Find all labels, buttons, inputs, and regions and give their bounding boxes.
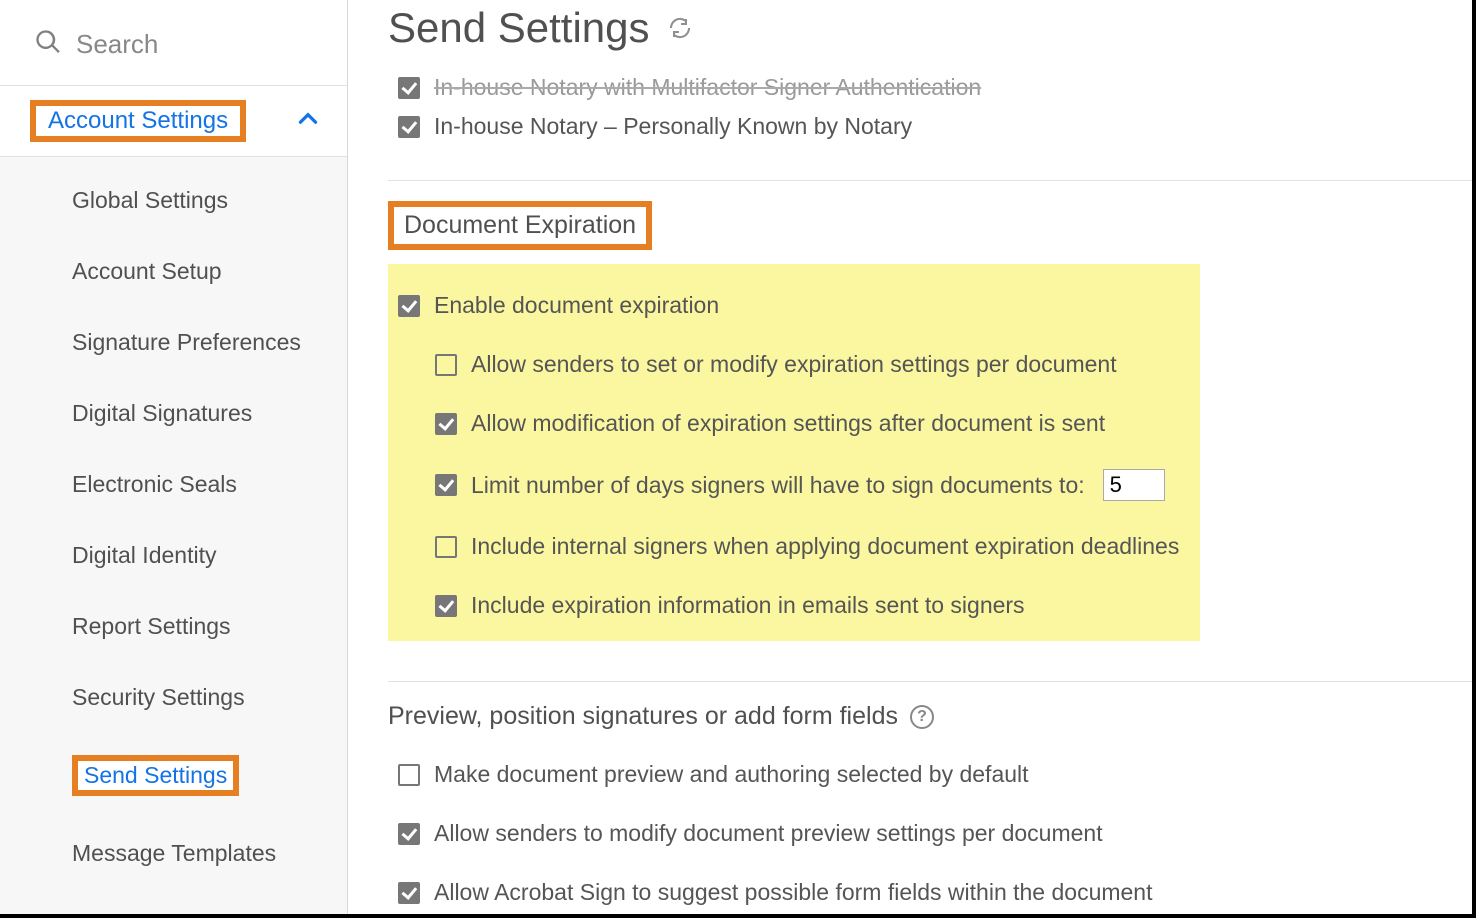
sidebar-item-message-templates[interactable]: Message Templates xyxy=(0,818,347,889)
section-heading-document-expiration: Document Expiration xyxy=(404,211,636,239)
limit-days-input[interactable] xyxy=(1103,469,1165,501)
sidebar-nav-list: Global Settings Account Setup Signature … xyxy=(0,157,347,914)
expiration-option-label: Include internal signers when applying d… xyxy=(471,533,1179,560)
checkbox-suggest-form-fields[interactable] xyxy=(398,882,420,904)
notary-option-label: In-house Notary – Personally Known by No… xyxy=(434,113,912,140)
checkbox-notary-personally-known[interactable] xyxy=(398,116,420,138)
sidebar-item-label: Message Templates xyxy=(72,840,276,866)
sidebar-item-label: Digital Identity xyxy=(72,542,216,568)
page-title: Send Settings xyxy=(388,4,650,52)
main-content: Send Settings In-house Notary with Multi… xyxy=(348,0,1472,914)
checkbox-allow-modify-preview[interactable] xyxy=(398,823,420,845)
expiration-option-label: Include expiration information in emails… xyxy=(471,592,1025,619)
preview-option-label: Make document preview and authoring sele… xyxy=(434,761,1029,788)
expiration-option-label: Limit number of days signers will have t… xyxy=(471,472,1085,499)
search-placeholder: Search xyxy=(76,29,158,60)
sidebar-item-label: Global Settings xyxy=(72,187,228,213)
enable-expiration-label: Enable document expiration xyxy=(434,292,719,319)
sidebar: Search Account Settings Global Settings … xyxy=(0,0,348,914)
sidebar-header-label: Account Settings xyxy=(42,105,234,136)
document-expiration-panel: Enable document expiration Allow senders… xyxy=(388,264,1200,641)
checkbox-include-internal-signers[interactable] xyxy=(435,536,457,558)
checkbox-allow-senders-modify[interactable] xyxy=(435,354,457,376)
checkbox-preview-default[interactable] xyxy=(398,764,420,786)
sidebar-item-send-settings[interactable]: Send Settings xyxy=(0,733,347,818)
sidebar-item-signature-preferences[interactable]: Signature Preferences xyxy=(0,307,347,378)
sidebar-item-label: Report Settings xyxy=(72,613,231,639)
expiration-option-label: Allow senders to set or modify expiratio… xyxy=(471,351,1117,378)
checkbox-allow-modify-after-sent[interactable] xyxy=(435,413,457,435)
sidebar-item-label: Signature Preferences xyxy=(72,329,301,355)
sidebar-item-security-settings[interactable]: Security Settings xyxy=(0,662,347,733)
help-icon[interactable]: ? xyxy=(910,705,934,729)
sidebar-item-label: Security Settings xyxy=(72,684,245,710)
search-input[interactable]: Search xyxy=(0,0,347,85)
expiration-option-label: Allow modification of expiration setting… xyxy=(471,410,1105,437)
notary-cutoff-label: In-house Notary with Multifactor Signer … xyxy=(434,74,981,101)
preview-option-label: Allow Acrobat Sign to suggest possible f… xyxy=(434,879,1153,906)
checkbox-enable-expiration[interactable] xyxy=(398,295,420,317)
sidebar-item-electronic-seals[interactable]: Electronic Seals xyxy=(0,449,347,520)
sidebar-item-digital-identity[interactable]: Digital Identity xyxy=(0,520,347,591)
sidebar-item-label: Send Settings xyxy=(84,762,227,788)
search-icon xyxy=(34,28,62,61)
sidebar-item-account-setup[interactable]: Account Setup xyxy=(0,236,347,307)
sidebar-item-label: Account Setup xyxy=(72,258,222,284)
checkbox-limit-days[interactable] xyxy=(435,474,457,496)
refresh-icon[interactable] xyxy=(668,16,692,40)
checkbox-include-expiration-emails[interactable] xyxy=(435,595,457,617)
checkbox-notary-multifactor[interactable] xyxy=(398,77,420,99)
sidebar-header-account-settings[interactable]: Account Settings xyxy=(0,85,347,157)
sidebar-item-label: Digital Signatures xyxy=(72,400,252,426)
sidebar-item-global-settings[interactable]: Global Settings xyxy=(0,165,347,236)
preview-option-label: Allow senders to modify document preview… xyxy=(434,820,1103,847)
sidebar-item-label: Electronic Seals xyxy=(72,471,237,497)
sidebar-item-digital-signatures[interactable]: Digital Signatures xyxy=(0,378,347,449)
sidebar-item-report-settings[interactable]: Report Settings xyxy=(0,591,347,662)
section-heading-preview: Preview, position signatures or add form… xyxy=(388,702,898,731)
chevron-up-icon xyxy=(295,106,321,137)
